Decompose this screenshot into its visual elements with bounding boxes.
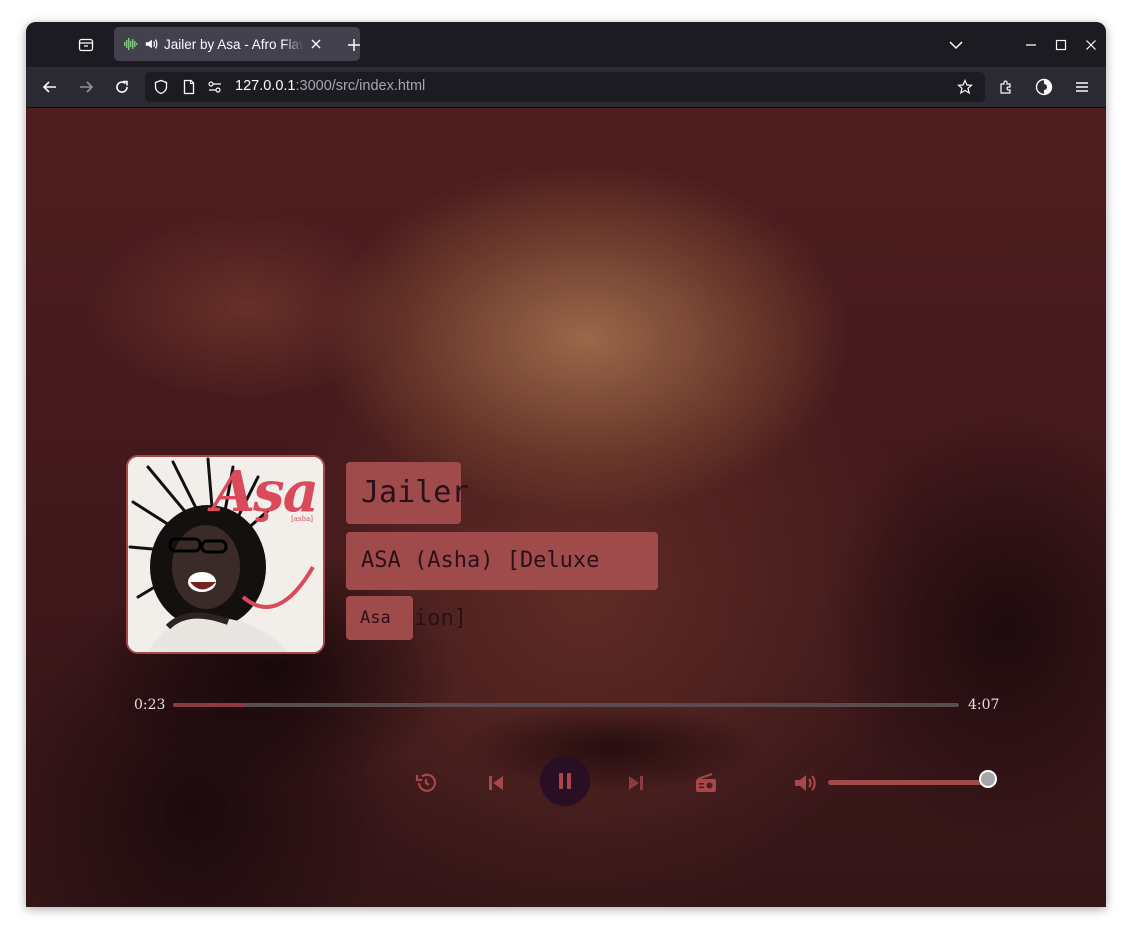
maximize-button[interactable] <box>1051 35 1071 55</box>
active-tab[interactable]: Jailer by Asa - Afro Flav <box>114 27 360 61</box>
next-button[interactable] <box>615 762 657 804</box>
play-pause-button[interactable] <box>540 756 590 806</box>
history-button[interactable] <box>405 762 447 804</box>
permissions-icon[interactable] <box>207 79 223 95</box>
account-button[interactable] <box>1032 75 1056 99</box>
arrow-left-icon <box>42 81 56 93</box>
url-bar[interactable]: 127.0.0.1:3000/src/index.html <box>145 72 985 102</box>
time-total: 4:07 <box>968 697 1000 713</box>
previous-icon <box>489 776 503 790</box>
new-tab-button[interactable] <box>344 35 364 55</box>
tab-favicon-icon <box>124 38 138 50</box>
close-icon <box>1086 40 1096 50</box>
volume-button[interactable] <box>786 762 828 804</box>
hamburger-menu-icon <box>1076 82 1088 92</box>
extensions-button[interactable] <box>994 75 1018 99</box>
reload-button[interactable] <box>110 75 134 99</box>
page-icon[interactable] <box>181 79 197 95</box>
tab-title: Jailer by Asa - Afro Flav <box>164 36 304 52</box>
artist-name: Asa <box>346 596 413 640</box>
maximize-icon <box>1055 39 1067 51</box>
album-cover: Aşa [asha] <box>126 455 325 654</box>
url-host: 127.0.0.1 <box>235 78 296 94</box>
radio-button[interactable] <box>685 762 727 804</box>
history-icon <box>415 773 437 792</box>
volume-slider-handle[interactable] <box>979 770 997 788</box>
firefox-view-button[interactable] <box>74 34 98 56</box>
radio-icon <box>696 773 716 792</box>
url-text[interactable]: 127.0.0.1:3000/src/index.html <box>235 78 425 94</box>
navigation-toolbar: 127.0.0.1:3000/src/index.html <box>26 67 1106 108</box>
volume-icon <box>795 775 816 791</box>
music-player: Aşa [asha] Jailer ASA (Asha) [Deluxe Edi… <box>26 108 1106 907</box>
progress-fill <box>173 703 246 707</box>
app-menu-button[interactable] <box>1070 75 1094 99</box>
tab-audio-playing-icon[interactable] <box>144 37 158 51</box>
url-path: :3000/src/index.html <box>295 78 426 94</box>
account-icon <box>1035 78 1053 96</box>
minimize-button[interactable] <box>1021 35 1041 55</box>
plus-icon <box>348 39 360 51</box>
minimize-icon <box>1026 44 1036 46</box>
song-title: Jailer <box>346 462 469 524</box>
tab-close-button[interactable] <box>308 36 324 52</box>
previous-button[interactable] <box>475 762 517 804</box>
pause-icon <box>559 773 571 789</box>
progress-bar[interactable] <box>173 703 959 707</box>
tracking-protection-shield-icon[interactable] <box>153 79 169 95</box>
cover-subtitle-text: [asha] <box>291 515 313 523</box>
close-window-button[interactable] <box>1081 35 1101 55</box>
puzzle-icon <box>1000 80 1011 94</box>
reload-icon <box>116 80 128 93</box>
volume-slider[interactable] <box>828 780 988 785</box>
chevron-down-icon <box>949 41 963 50</box>
arrow-right-icon <box>80 81 94 93</box>
page-content: Aşa [asha] Jailer ASA (Asha) [Deluxe Edi… <box>26 108 1106 907</box>
firefox-view-icon <box>78 38 94 52</box>
close-icon <box>311 39 321 49</box>
forward-button[interactable] <box>74 75 98 99</box>
tab-strip: Jailer by Asa - Afro Flav <box>26 22 1106 67</box>
time-elapsed: 0:23 <box>134 697 166 713</box>
next-icon <box>629 776 643 790</box>
back-button[interactable] <box>38 75 62 99</box>
list-all-tabs-button[interactable] <box>946 36 966 54</box>
browser-window: Jailer by Asa - Afro Flav 127.0.0.1:3000… <box>26 22 1106 907</box>
album-name: ASA (Asha) [Deluxe Edition] <box>346 532 658 631</box>
bookmark-star-icon[interactable] <box>957 79 973 95</box>
